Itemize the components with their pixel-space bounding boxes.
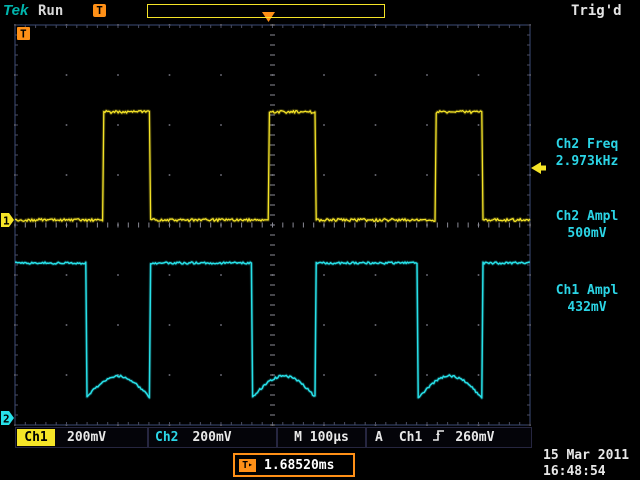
- acquisition-window-indicator: [147, 4, 385, 18]
- timebase-group: M 100µs: [277, 427, 366, 448]
- ch2-channel-badge: Ch2: [155, 430, 178, 445]
- rising-edge-icon: [432, 429, 445, 446]
- readout-ch1-ampl: Ch1 Ampl 432mV: [534, 282, 640, 316]
- oscilloscope-screen: 1 2 T Tek Run T Trig'd Ch2 Freq 2.973kHz C…: [0, 0, 640, 480]
- readout-value: 500mV: [534, 225, 640, 242]
- trigger-time-box: T▸ 1.68520ms: [233, 453, 355, 477]
- trigger-t-icon: T▸: [239, 459, 256, 472]
- svg-text:T: T: [20, 28, 27, 41]
- time-label: 16:48:54: [543, 464, 629, 480]
- trigger-state-label: Trig'd: [571, 3, 622, 19]
- readout-value: 2.973kHz: [534, 153, 640, 170]
- readout-label: Ch2 Ampl: [534, 208, 640, 225]
- svg-text:1: 1: [3, 215, 10, 228]
- readout-label: Ch1 Ampl: [534, 282, 640, 299]
- trigger-level-readout: 260mV: [455, 430, 494, 445]
- date-label: 15 Mar 2011: [543, 448, 629, 464]
- trigger-arrow-glyph: ▸: [248, 460, 253, 470]
- trigger-mode: A: [375, 430, 383, 445]
- timebase-readout: M 100µs: [294, 430, 349, 445]
- trigger-source: Ch1: [399, 430, 422, 445]
- trigger-time-value: 1.68520ms: [264, 458, 334, 473]
- readout-ch2-freq: Ch2 Freq 2.973kHz: [534, 136, 640, 170]
- trigger-info-group: A Ch1 260mV: [366, 427, 532, 448]
- readout-ch2-ampl: Ch2 Ampl 500mV: [534, 208, 640, 242]
- ch1-channel-badge: Ch1: [17, 429, 55, 446]
- svg-text:2: 2: [3, 413, 10, 426]
- readout-label: Ch2 Freq: [534, 136, 640, 153]
- ch2-volts-per-div: 200mV: [192, 430, 231, 445]
- ch2-scale-group: Ch2 200mV: [148, 427, 277, 448]
- tek-logo: Tek: [3, 2, 28, 19]
- datetime: 15 Mar 2011 16:48:54: [543, 448, 629, 480]
- readout-value: 432mV: [534, 299, 640, 316]
- ch1-volts-per-div: 200mV: [67, 430, 106, 445]
- acquisition-status: Run: [38, 3, 63, 19]
- trigger-t-icon: T: [93, 4, 106, 17]
- ch1-scale-group: Ch1 200mV: [15, 427, 148, 448]
